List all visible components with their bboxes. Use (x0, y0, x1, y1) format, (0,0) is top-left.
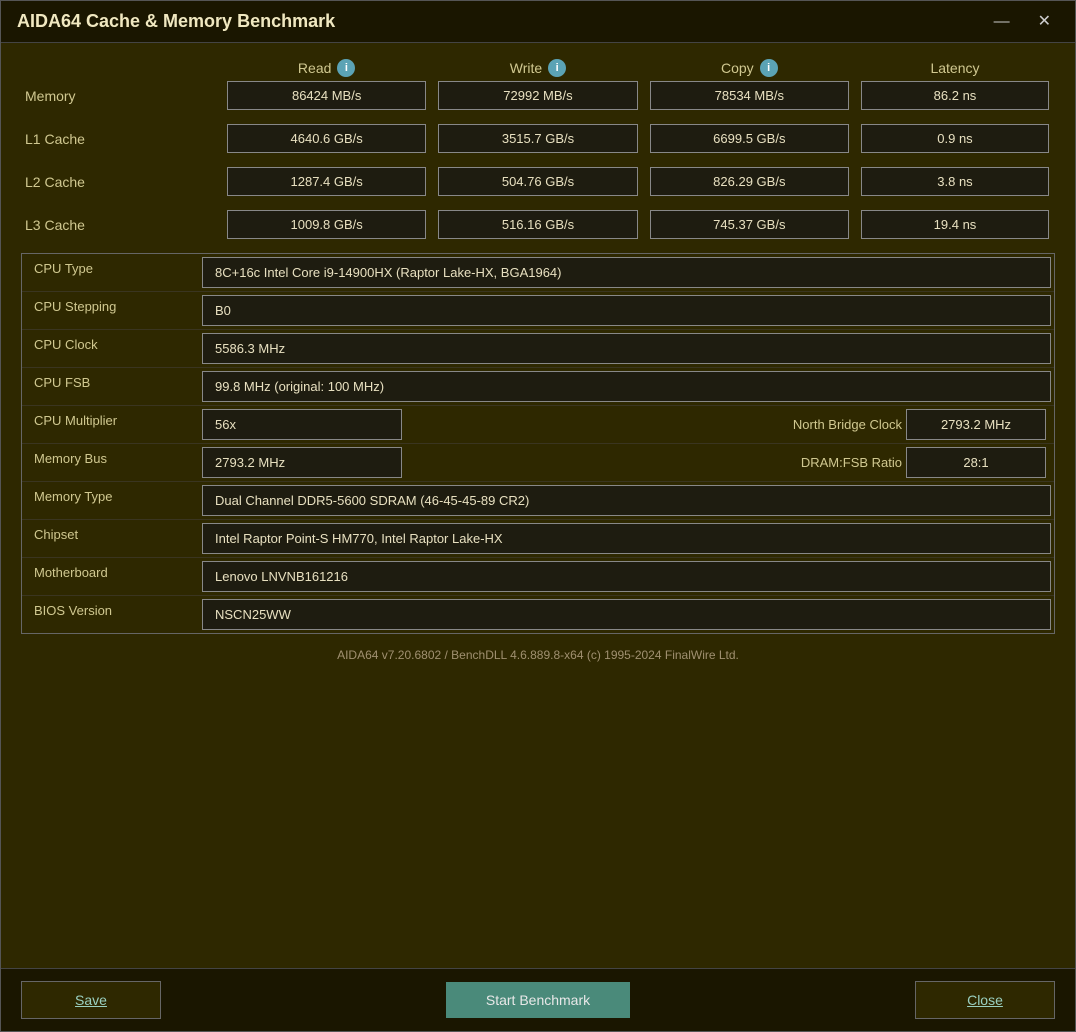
l2-label: L2 Cache (21, 174, 221, 190)
main-content: Read i Write i Copy i Latency Memory 864… (1, 43, 1075, 968)
save-button[interactable]: Save (21, 981, 161, 1019)
l3-read: 1009.8 GB/s (227, 210, 426, 239)
close-window-button[interactable]: ✕ (1030, 12, 1059, 32)
memory-bus-value: 2793.2 MHz (202, 447, 402, 478)
write-info-icon[interactable]: i (548, 59, 566, 77)
l2-row: L2 Cache 1287.4 GB/s 504.76 GB/s 826.29 … (21, 167, 1055, 196)
l1-read: 4640.6 GB/s (227, 124, 426, 153)
l1-write: 3515.7 GB/s (438, 124, 637, 153)
main-window: AIDA64 Cache & Memory Benchmark — ✕ Read… (0, 0, 1076, 1032)
cpu-multiplier-label: CPU Multiplier (22, 406, 202, 443)
cpu-stepping-value: B0 (202, 295, 1051, 326)
north-bridge-label: North Bridge Clock (793, 417, 902, 432)
l3-copy: 745.37 GB/s (650, 210, 849, 239)
cpu-multiplier-value: 56x (202, 409, 402, 440)
l2-copy: 826.29 GB/s (650, 167, 849, 196)
memory-write: 72992 MB/s (438, 81, 637, 110)
info-section: CPU Type 8C+16c Intel Core i9-14900HX (R… (21, 253, 1055, 634)
col-latency-header: Latency (855, 60, 1055, 76)
col-copy-header: Copy i (644, 59, 855, 77)
cpu-type-value: 8C+16c Intel Core i9-14900HX (Raptor Lak… (202, 257, 1051, 288)
cpu-stepping-label: CPU Stepping (22, 292, 202, 329)
bios-row: BIOS Version NSCN25WW (22, 596, 1054, 633)
minimize-button[interactable]: — (986, 12, 1018, 32)
memory-type-label: Memory Type (22, 482, 202, 519)
close-button[interactable]: Close (915, 981, 1055, 1019)
footer-text: AIDA64 v7.20.6802 / BenchDLL 4.6.889.8-x… (21, 634, 1055, 670)
motherboard-row: Motherboard Lenovo LNVNB161216 (22, 558, 1054, 596)
l2-read: 1287.4 GB/s (227, 167, 426, 196)
l3-row: L3 Cache 1009.8 GB/s 516.16 GB/s 745.37 … (21, 210, 1055, 239)
memory-type-value: Dual Channel DDR5-5600 SDRAM (46-45-45-8… (202, 485, 1051, 516)
dram-fsb-label: DRAM:FSB Ratio (801, 455, 902, 470)
chipset-value: Intel Raptor Point-S HM770, Intel Raptor… (202, 523, 1051, 554)
l3-label: L3 Cache (21, 217, 221, 233)
l2-write: 504.76 GB/s (438, 167, 637, 196)
memory-type-row: Memory Type Dual Channel DDR5-5600 SDRAM… (22, 482, 1054, 520)
l3-write: 516.16 GB/s (438, 210, 637, 239)
cpu-clock-label: CPU Clock (22, 330, 202, 367)
memory-bus-row: Memory Bus 2793.2 MHz DRAM:FSB Ratio 28:… (22, 444, 1054, 482)
col-read-header: Read i (221, 59, 432, 77)
cpu-clock-value: 5586.3 MHz (202, 333, 1051, 364)
cpu-clock-row: CPU Clock 5586.3 MHz (22, 330, 1054, 368)
l1-latency: 0.9 ns (861, 124, 1049, 153)
memory-bus-label: Memory Bus (22, 444, 202, 481)
cpu-stepping-row: CPU Stepping B0 (22, 292, 1054, 330)
read-info-icon[interactable]: i (337, 59, 355, 77)
l2-latency: 3.8 ns (861, 167, 1049, 196)
l1-label: L1 Cache (21, 131, 221, 147)
l3-latency: 19.4 ns (861, 210, 1049, 239)
bench-header: Read i Write i Copy i Latency (21, 59, 1055, 77)
bios-label: BIOS Version (22, 596, 202, 633)
chipset-label: Chipset (22, 520, 202, 557)
cpu-multiplier-row: CPU Multiplier 56x North Bridge Clock 27… (22, 406, 1054, 444)
cpu-fsb-value: 99.8 MHz (original: 100 MHz) (202, 371, 1051, 402)
bios-value: NSCN25WW (202, 599, 1051, 630)
north-bridge-area: North Bridge Clock 2793.2 MHz (405, 406, 1054, 443)
title-controls: — ✕ (986, 12, 1059, 32)
copy-info-icon[interactable]: i (760, 59, 778, 77)
window-title: AIDA64 Cache & Memory Benchmark (17, 11, 335, 32)
chipset-row: Chipset Intel Raptor Point-S HM770, Inte… (22, 520, 1054, 558)
memory-latency: 86.2 ns (861, 81, 1049, 110)
cpu-type-label: CPU Type (22, 254, 202, 291)
l1-row: L1 Cache 4640.6 GB/s 3515.7 GB/s 6699.5 … (21, 124, 1055, 153)
memory-label: Memory (21, 88, 221, 104)
motherboard-value: Lenovo LNVNB161216 (202, 561, 1051, 592)
memory-copy: 78534 MB/s (650, 81, 849, 110)
bottom-bar: Save Start Benchmark Close (1, 968, 1075, 1031)
memory-row: Memory 86424 MB/s 72992 MB/s 78534 MB/s … (21, 81, 1055, 110)
motherboard-label: Motherboard (22, 558, 202, 595)
dram-fsb-area: DRAM:FSB Ratio 28:1 (405, 444, 1054, 481)
cpu-fsb-label: CPU FSB (22, 368, 202, 405)
cpu-fsb-row: CPU FSB 99.8 MHz (original: 100 MHz) (22, 368, 1054, 406)
col-write-header: Write i (432, 59, 643, 77)
memory-read: 86424 MB/s (227, 81, 426, 110)
start-benchmark-button[interactable]: Start Benchmark (446, 982, 630, 1018)
north-bridge-value: 2793.2 MHz (906, 409, 1046, 440)
l1-copy: 6699.5 GB/s (650, 124, 849, 153)
dram-fsb-value: 28:1 (906, 447, 1046, 478)
cpu-type-row: CPU Type 8C+16c Intel Core i9-14900HX (R… (22, 254, 1054, 292)
title-bar: AIDA64 Cache & Memory Benchmark — ✕ (1, 1, 1075, 43)
